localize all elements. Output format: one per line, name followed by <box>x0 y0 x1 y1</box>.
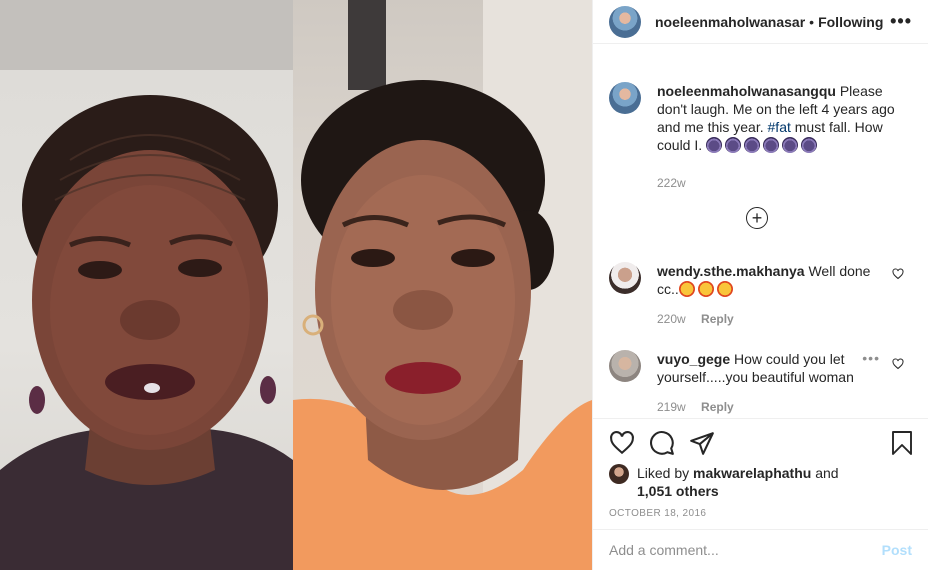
like-comment-heart-icon[interactable] <box>892 268 904 280</box>
emoji-icon <box>782 137 799 153</box>
caption-time[interactable]: 222w <box>657 176 686 190</box>
post-header: noeleenmaholwanasar • Following ••• <box>593 0 928 44</box>
post-sidebar: noeleenmaholwanasar • Following ••• noel… <box>592 0 928 570</box>
author-avatar[interactable] <box>609 5 641 38</box>
emoji-icon <box>763 137 780 153</box>
header-separator: • <box>809 13 815 30</box>
like-comment-heart-icon[interactable] <box>892 358 904 370</box>
post-comment-button[interactable]: Post <box>882 542 912 558</box>
like-heart-icon[interactable] <box>609 430 635 456</box>
save-bookmark-icon[interactable] <box>890 430 914 456</box>
comment-options-icon[interactable]: ••• <box>862 350 880 366</box>
photo-before <box>0 0 293 570</box>
comment-item: vuyo_gege How could you let yourself....… <box>593 350 928 416</box>
post-media[interactable] <box>0 0 592 570</box>
comments-list[interactable]: noeleenmaholwanasangqu Please don't laug… <box>593 66 928 418</box>
share-paper-plane-icon[interactable] <box>689 430 715 456</box>
emoji-icon <box>801 137 818 153</box>
reply-button[interactable]: Reply <box>701 312 734 326</box>
commenter-avatar[interactable] <box>609 350 641 382</box>
following-button[interactable]: Following <box>818 14 883 30</box>
caption-avatar[interactable] <box>609 82 641 114</box>
likes-and: and <box>815 465 839 481</box>
likes-summary: Liked by makwarelaphathu and 1,051 other… <box>609 464 839 500</box>
reply-button[interactable]: Reply <box>701 400 734 414</box>
star-struck-emoji-icon <box>697 281 714 297</box>
load-more-comments-icon[interactable]: + <box>746 207 768 229</box>
caption: noeleenmaholwanasangqu Please don't laug… <box>593 82 913 192</box>
post-date[interactable]: OCTOBER 18, 2016 <box>609 508 706 519</box>
emoji-icon <box>706 137 723 153</box>
add-comment-input[interactable] <box>609 542 882 558</box>
star-struck-emoji-icon <box>678 281 695 297</box>
commenter-avatar[interactable] <box>609 262 641 294</box>
comment-time[interactable]: 220w <box>657 312 686 326</box>
liked-by-prefix: Liked by <box>637 465 690 481</box>
comment-bubble-icon[interactable] <box>649 430 675 456</box>
comment-item: wendy.sthe.makhanya Well done cc.. 220w … <box>593 262 928 328</box>
instagram-post: noeleenmaholwanasar • Following ••• noel… <box>0 0 928 570</box>
liker-username[interactable]: makwarelaphathu <box>693 465 811 481</box>
author-username[interactable]: noeleenmaholwanasar <box>655 14 805 30</box>
liker-avatar[interactable] <box>609 464 629 484</box>
comment-username[interactable]: vuyo_gege <box>657 351 730 367</box>
comment-time[interactable]: 219w <box>657 400 686 414</box>
comment-composer: Post <box>593 529 928 570</box>
comment-username[interactable]: wendy.sthe.makhanya <box>657 263 805 279</box>
caption-username[interactable]: noeleenmaholwanasangqu <box>657 83 836 99</box>
emoji-icon <box>725 137 742 153</box>
post-actions: Liked by makwarelaphathu and 1,051 other… <box>593 418 928 529</box>
caption-emojis <box>706 137 820 153</box>
star-struck-emoji-icon <box>716 281 733 297</box>
photo-after <box>293 0 592 570</box>
emoji-icon <box>744 137 761 153</box>
hashtag-link[interactable]: #fat <box>768 119 791 135</box>
more-options-icon[interactable]: ••• <box>890 11 912 32</box>
likes-others-count[interactable]: 1,051 others <box>637 483 719 499</box>
